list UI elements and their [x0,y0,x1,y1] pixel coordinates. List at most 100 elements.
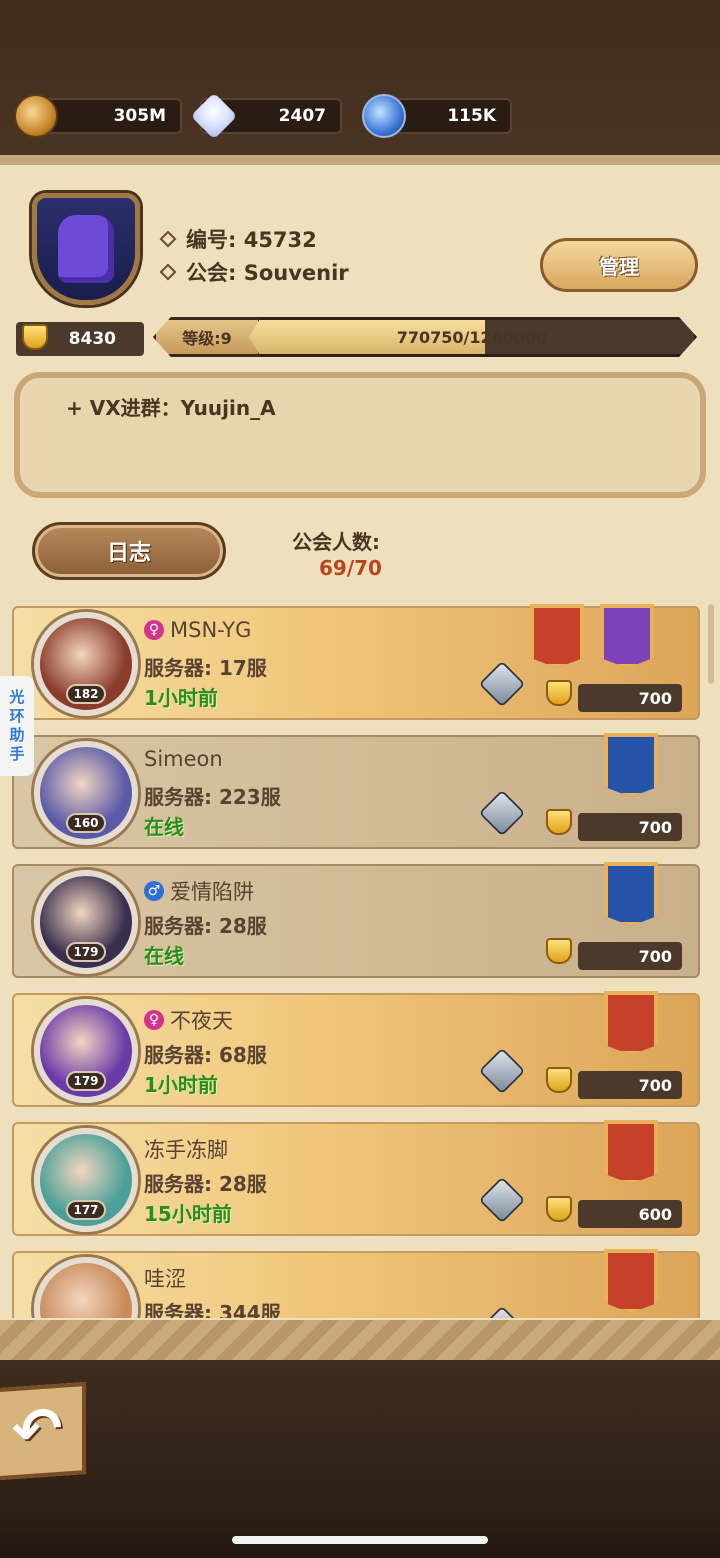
avatar[interactable] [34,1257,138,1318]
diamond-counter[interactable]: 2407 [190,92,342,140]
guild-id-row: 编号: 45732 [159,224,317,254]
trophy-icon [22,324,48,350]
female-icon: ♀ [144,620,164,640]
blue-banner-icon [604,862,658,926]
log-button[interactable]: 日志 [32,522,226,580]
member-server: 服务器: 344服 [144,1301,281,1318]
female-icon: ♀ [144,1010,164,1030]
trophy-icon [546,938,572,964]
diamond-bullet-icon [159,230,177,248]
member-score: 700 [578,813,682,841]
member-server: 服务器: 28服 [144,1172,267,1196]
member-name: 冻手冻脚 [144,1138,228,1162]
member-card[interactable]: 179 ♀ 不夜天服务器: 68服 1小时前 700 [12,991,700,1107]
home-indicator[interactable] [232,1536,488,1544]
male-icon: ♂ [144,881,164,901]
member-name-row: 冻手冻脚 [144,1134,228,1164]
top-resource-bar [0,0,720,158]
red-banner-icon [604,991,658,1055]
member-name-row: Simeon [144,747,223,771]
member-name: 哇涩 [144,1267,186,1291]
trophy-icon [546,1196,572,1222]
crossed-swords-icon[interactable] [478,1047,526,1095]
member-level: 179 [66,1071,106,1091]
purple-banner-icon [600,604,654,668]
member-list[interactable]: 182 ♀ MSN-YG 服务器: 17服 1小时前 700 160 Simeon 服务器: 2… [0,600,720,1318]
red-banner-icon [604,1120,658,1184]
manage-button[interactable]: 管理 [540,238,698,292]
blue-orb-icon [362,94,406,138]
guild-level: 等级:9 [153,317,261,357]
members-count: 69/70 [319,556,382,580]
guild-notice-board[interactable]: + VX进群：Yuujin_A [14,372,706,498]
scrollbar[interactable] [708,604,714,684]
orb-value: 115K [447,106,496,126]
member-status: 在线 [144,815,184,839]
members-label: 公会人数: [292,530,380,554]
crossed-swords-icon[interactable] [478,789,526,837]
guild-trophy-count: 8430 [16,322,144,356]
guild-notice-text: + VX进群：Yuujin_A [66,396,276,420]
member-status: 1小时前 [144,1073,218,1097]
member-name: MSN-YG [170,618,252,642]
gold-value: 305M [113,106,166,126]
side-tab-char: 手 [9,745,25,763]
crossed-swords-icon[interactable] [478,1176,526,1224]
trophy-icon [546,1067,572,1093]
guild-trophies: 8430 [68,329,116,349]
back-button[interactable]: ↶ [0,1381,86,1481]
diamond-bullet-icon [159,263,177,281]
blue-banner-icon [604,733,658,797]
member-level: 182 [66,684,106,704]
trophy-icon [546,680,572,706]
guild-name-row: 公会: Souvenir [159,257,349,287]
member-name: 不夜天 [170,1009,233,1033]
member-card[interactable]: 179 ♂ 爱情陷阱服务器: 28服 在线 700 [12,862,700,978]
member-server: 服务器: 17服 [144,656,267,680]
member-score: 700 [578,684,682,712]
side-tab-char: 光 [9,688,25,706]
gold-coin-icon [14,94,58,138]
member-status: 1小时前 [144,686,218,710]
orb-counter[interactable]: 115K [362,94,512,138]
guild-emblem[interactable] [32,193,140,305]
member-server: 服务器: 28服 [144,914,267,938]
crossed-swords-icon[interactable] [478,660,526,708]
member-server: 服务器: 68服 [144,1043,267,1067]
side-tab-char: 环 [9,707,25,725]
member-name-row: ♂ 爱情陷阱 [144,876,254,906]
panel-bottom-trim [0,1320,720,1360]
member-card[interactable]: 哇涩服务器: 344服 [12,1249,700,1318]
member-status: 15小时前 [144,1202,232,1226]
member-status: 在线 [144,944,184,968]
crossed-swords-icon[interactable] [478,1305,526,1318]
aura-assistant-tab[interactable]: 光 环 助 手 [0,676,34,776]
guild-name: 公会: Souvenir [186,261,349,285]
member-name: Simeon [144,747,223,771]
member-name-row: 哇涩 [144,1263,186,1293]
member-score: 600 [578,1200,682,1228]
bottom-bar [0,1360,720,1558]
member-card[interactable]: 160 Simeon 服务器: 223服 在线 700 [12,733,700,849]
member-name-row: ♀ MSN-YG [144,618,251,642]
guild-exp-text: 770750/1260000 [396,327,548,347]
member-level: 160 [66,813,106,833]
member-card[interactable]: 177 冻手冻脚服务器: 28服 15小时前 600 [12,1120,700,1236]
member-score: 700 [578,942,682,970]
member-card[interactable]: 182 ♀ MSN-YG 服务器: 17服 1小时前 700 [12,604,700,720]
member-name-row: ♀ 不夜天 [144,1005,233,1035]
diamond-value: 2407 [278,106,326,126]
red-banner-icon [604,1249,658,1313]
member-level: 177 [66,1200,106,1220]
gold-counter[interactable]: 305M [14,94,182,138]
member-level: 179 [66,942,106,962]
trophy-icon [546,809,572,835]
member-score: 700 [578,1071,682,1099]
guild-id: 编号: 45732 [186,228,317,252]
red-banner-icon [530,604,584,668]
fist-icon [58,215,114,283]
side-tab-char: 助 [9,726,25,744]
member-name: 爱情陷阱 [170,880,254,904]
member-server: 服务器: 223服 [144,785,281,809]
back-arrow-icon: ↶ [12,1393,63,1468]
